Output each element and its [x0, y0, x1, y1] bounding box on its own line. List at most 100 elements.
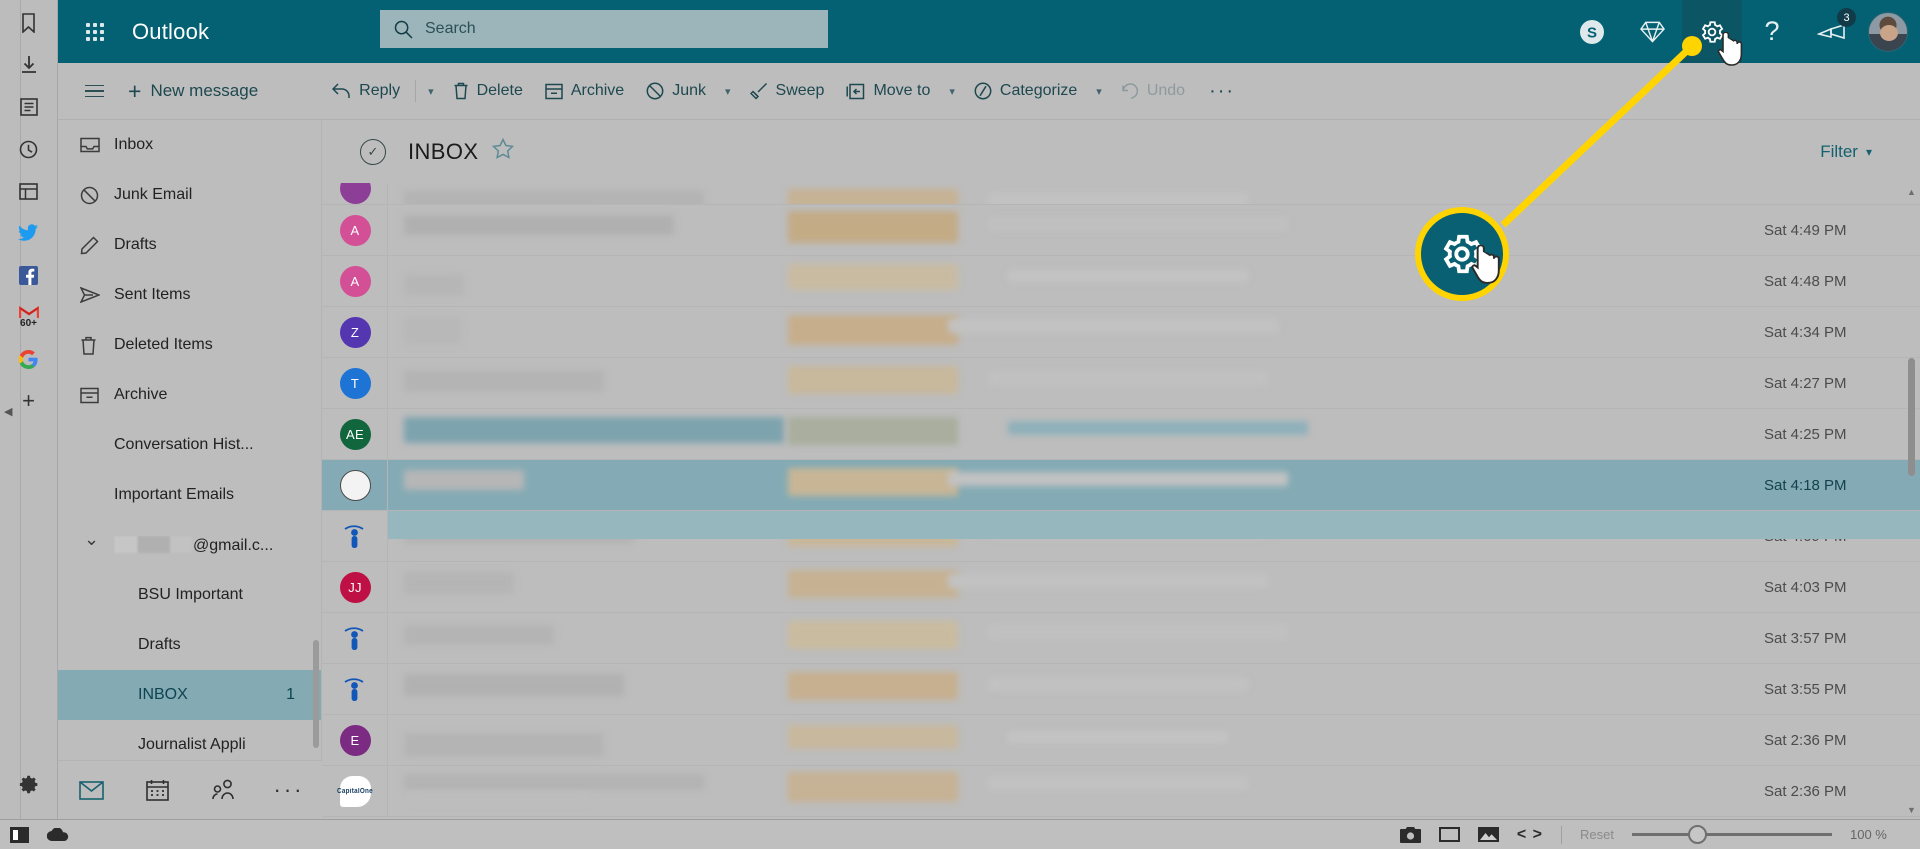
app-launcher-waffle-icon[interactable] — [72, 9, 118, 55]
zoom-slider-handle[interactable] — [1688, 825, 1707, 844]
avatar[interactable] — [340, 623, 371, 654]
avatar[interactable]: A — [339, 265, 371, 297]
module-more[interactable]: ··· — [267, 768, 311, 812]
sidebar-item-deleted-items[interactable]: Deleted Items — [58, 320, 321, 370]
table-row[interactable]: CapitalOne Sat 2:36 PM — [322, 766, 1920, 817]
table-row[interactable]: T Sat 4:27 PM — [322, 358, 1920, 409]
avatar[interactable] — [1868, 11, 1908, 52]
rail-collapse-button[interactable]: ◀ — [4, 405, 12, 418]
archive-icon — [545, 83, 563, 100]
skype-icon[interactable]: S — [1562, 0, 1622, 63]
bookmark-icon[interactable] — [12, 6, 46, 40]
sidebar-item-gmail-inbox[interactable]: INBOX 1 — [58, 670, 321, 720]
table-row[interactable]: A Sat 4:49 PM — [322, 205, 1920, 256]
move-to-caret-icon[interactable]: ▾ — [942, 78, 962, 105]
facebook-icon[interactable] — [12, 258, 46, 292]
collections-icon[interactable] — [12, 174, 46, 208]
ribbon-overflow-button[interactable]: ··· — [1197, 81, 1247, 101]
search-bar[interactable] — [380, 10, 828, 48]
folder-scrollbar-thumb[interactable] — [313, 640, 319, 748]
sidebar-item-inbox[interactable]: Inbox — [58, 120, 321, 170]
table-row[interactable]: Z Sat 4:34 PM — [322, 307, 1920, 358]
add-icon[interactable]: + — [12, 384, 46, 418]
avatar[interactable]: A — [339, 214, 371, 246]
sidebar-item-sent-items-label: Sent Items — [114, 286, 191, 303]
zoom-slider[interactable] — [1632, 825, 1832, 844]
avatar[interactable]: AE — [339, 418, 371, 450]
cloud-icon[interactable] — [47, 827, 69, 842]
avatar[interactable] — [339, 469, 371, 501]
table-row[interactable] — [322, 183, 1920, 205]
reset-zoom-button[interactable]: Reset — [1580, 827, 1614, 842]
move-to-button[interactable]: Move to — [836, 75, 940, 107]
image-icon[interactable] — [1477, 827, 1499, 842]
avatar[interactable] — [339, 183, 371, 204]
sidebar-item-journalist-appli[interactable]: Journalist Appli — [58, 720, 321, 760]
toggle-folder-pane-button[interactable] — [72, 69, 116, 113]
chevron-down-icon[interactable]: ⌄ — [84, 530, 99, 548]
avatar[interactable] — [340, 521, 371, 552]
avatar[interactable]: JJ — [339, 571, 371, 603]
sidebar-item-gmail-account[interactable]: ⌄ @gmail.c... — [58, 520, 321, 570]
sidebar-item-conversation-history[interactable]: Conversation Hist... — [58, 420, 321, 470]
sidebar-item-sent-items[interactable]: Sent Items — [58, 270, 321, 320]
gmail-icon[interactable]: 60+ — [12, 300, 46, 334]
reply-options-caret-icon[interactable]: ▾ — [421, 78, 441, 105]
avatar[interactable] — [340, 674, 371, 705]
scroll-up-arrow-icon[interactable]: ▲ — [1906, 185, 1917, 199]
table-row[interactable]: E Sat 2:36 PM — [322, 715, 1920, 766]
categorize-button[interactable]: Categorize — [964, 75, 1087, 107]
reply-button[interactable]: Reply — [322, 75, 410, 107]
download-icon[interactable] — [12, 48, 46, 82]
favorite-star-icon[interactable] — [492, 137, 515, 165]
sidebar-item-bsu-important[interactable]: BSU Important — [58, 570, 321, 620]
avatar[interactable]: E — [339, 724, 371, 756]
message-list-scrollbar[interactable]: ▲ ▼ — [1906, 183, 1917, 819]
sidebar-item-junk-email[interactable]: Junk Email — [58, 170, 321, 220]
archive-button[interactable]: Archive — [535, 75, 634, 107]
reading-list-icon[interactable] — [12, 90, 46, 124]
module-calendar[interactable] — [135, 768, 179, 812]
scroll-down-arrow-icon[interactable]: ▼ — [1906, 803, 1917, 817]
avatar[interactable]: CapitalOne — [337, 775, 373, 807]
junk-button[interactable]: Junk — [636, 75, 716, 107]
sidebar-item-archive[interactable]: Archive — [58, 370, 321, 420]
table-row[interactable]: Sat 4:18 PM — [322, 460, 1920, 511]
history-icon[interactable] — [12, 132, 46, 166]
message-preview-redacted — [388, 766, 1740, 816]
undo-button[interactable]: Undo — [1111, 75, 1195, 107]
feedback-icon[interactable]: 3 — [1802, 0, 1862, 63]
table-row[interactable]: Sat 3:57 PM — [322, 613, 1920, 664]
table-row[interactable]: AE Sat 4:25 PM — [322, 409, 1920, 460]
table-row[interactable]: A Sat 4:48 PM — [322, 256, 1920, 307]
camera-icon[interactable] — [1399, 826, 1421, 843]
help-icon[interactable]: ? — [1742, 0, 1802, 63]
layout-toggle-icon[interactable] — [10, 826, 29, 843]
delete-button[interactable]: Delete — [443, 75, 533, 107]
categorize-caret-icon[interactable]: ▾ — [1089, 78, 1109, 105]
crop-icon[interactable] — [1438, 827, 1460, 842]
search-input[interactable] — [425, 20, 805, 38]
google-icon[interactable] — [12, 342, 46, 376]
table-row[interactable]: JJ Sat 4:03 PM — [322, 562, 1920, 613]
categorize-icon — [974, 82, 992, 100]
select-all-checkbox[interactable]: ✓ — [360, 138, 386, 165]
scrollbar-thumb[interactable] — [1908, 358, 1915, 476]
sidebar-item-drafts[interactable]: Drafts — [58, 220, 321, 270]
module-mail[interactable] — [69, 768, 113, 812]
code-icon[interactable]: < > — [1517, 826, 1543, 844]
avatar[interactable]: T — [339, 367, 371, 399]
table-row[interactable]: Sat 3:55 PM — [322, 664, 1920, 715]
twitter-icon[interactable] — [12, 216, 46, 250]
junk-options-caret-icon[interactable]: ▾ — [718, 78, 738, 105]
sweep-button[interactable]: Sweep — [740, 75, 835, 107]
sidebar-item-important-emails[interactable]: Important Emails — [58, 470, 321, 520]
filter-button[interactable]: Filter ▾ — [1820, 142, 1872, 162]
message-preview-redacted — [388, 715, 1740, 765]
sidebar-item-gmail-drafts[interactable]: Drafts — [58, 620, 321, 670]
browser-settings-gear-icon[interactable] — [12, 767, 46, 801]
premium-diamond-icon[interactable] — [1622, 0, 1682, 63]
module-people[interactable] — [201, 768, 245, 812]
new-message-button[interactable]: + New message — [128, 79, 258, 103]
avatar[interactable]: Z — [339, 316, 371, 348]
